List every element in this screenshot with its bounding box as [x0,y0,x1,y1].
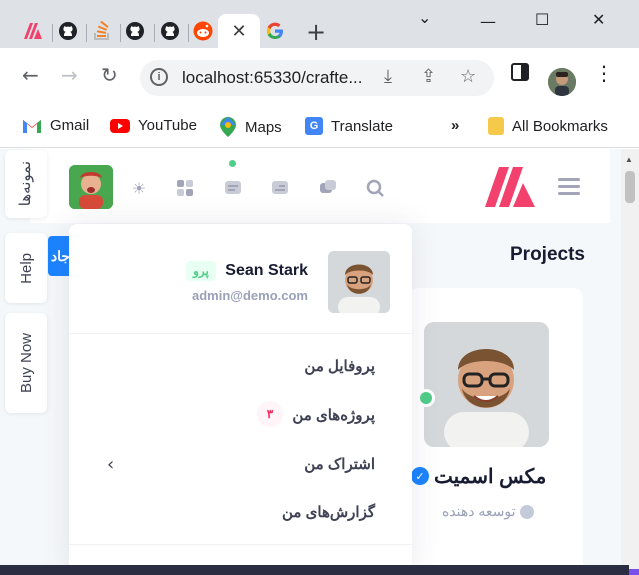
scroll-up-icon[interactable]: ▲ [625,155,633,164]
bookmarks-bar: Gmail YouTube Maps G Translate » All Boo… [0,106,639,148]
online-status-dot [417,389,435,407]
tab-github-1[interactable] [51,14,85,48]
menu-divider [69,544,412,545]
translate-icon: G [305,117,323,135]
metronic-logo-icon [24,23,42,39]
menu-item-my-projects[interactable]: پروژه‌های من [292,406,375,424]
side-panel-icon[interactable] [511,62,529,86]
github-icon [161,22,179,40]
url-text[interactable]: localhost:65330/crafte... [182,68,363,88]
bookmark-star-icon[interactable]: ☆ [460,66,476,87]
bookmark-youtube[interactable]: YouTube [110,117,197,134]
card-user-name: مکس اسمیت [434,466,547,488]
tab-reddit[interactable] [186,14,220,48]
menu-icon[interactable] [558,177,580,202]
reddit-icon [193,21,213,41]
menu-divider [69,333,412,334]
verified-badge-icon: ✓ [411,467,429,485]
projects-count-badge: ۳ [257,401,283,427]
share-icon[interactable]: ⇪ [421,66,436,87]
minimize-button[interactable]: — [480,12,496,31]
notifications-icon[interactable] [224,179,242,197]
close-window-button[interactable]: ✕ [592,10,605,29]
github-icon [59,22,77,40]
bookmark-maps[interactable]: Maps [219,117,282,137]
buy-now-tab[interactable]: Buy Now [5,313,47,413]
card-user-role: توسعه دهنده [442,503,534,520]
forward-button[interactable]: → [61,63,78,87]
tab-metronic[interactable] [16,14,50,48]
app-header: ☀ [30,149,610,223]
folder-icon [488,117,504,135]
tab-stackoverflow[interactable] [85,14,119,48]
bookmark-translate[interactable]: G Translate [305,117,393,135]
header-user-avatar[interactable] [69,165,113,209]
tab-active[interactable]: ✕ [218,14,260,48]
pro-badge: پرو [186,261,216,281]
card-profile-photo [424,322,549,447]
scroll-thumb[interactable] [625,171,635,203]
notification-dot [229,160,236,167]
page-bottom-edge [0,565,629,575]
samples-tab[interactable]: نمونه‌ها [5,150,47,218]
bookmarks-overflow-button[interactable]: » [451,117,459,134]
close-icon[interactable]: ✕ [231,21,246,42]
tab-github-3[interactable] [153,14,187,48]
browser-toolbar: ← → ↻ i localhost:65330/crafte... ⤓ ⇪ ☆ … [0,48,639,106]
tab-github-2[interactable] [118,14,152,48]
help-tab[interactable]: Help [5,233,47,303]
google-icon [266,22,283,39]
tab-google[interactable] [258,14,292,48]
chat-icon[interactable] [271,179,289,197]
maps-icon [220,117,236,137]
messages-icon[interactable] [319,179,337,197]
github-icon [126,22,144,40]
user-icon [519,504,534,519]
user-dropdown-menu: Sean Stark پرو admin@demo.com پروفایل من… [69,224,412,575]
menu-item-my-profile[interactable]: پروفایل من [304,357,375,375]
browser-menu-icon[interactable]: ⋮ [594,61,614,85]
menu-user-email[interactable]: admin@demo.com [192,288,308,303]
all-bookmarks-button[interactable]: All Bookmarks [488,117,608,135]
tab-strip: ✕ + ⌄ — ☐ ✕ [0,0,639,48]
maximize-button[interactable]: ☐ [535,10,549,29]
new-tab-button[interactable]: + [306,20,326,44]
projects-title: Projects [510,244,585,265]
search-icon[interactable] [366,179,384,197]
chevron-left-icon[interactable]: ‹ [107,454,114,475]
menu-user-avatar [328,251,390,313]
address-bar[interactable]: i localhost:65330/crafte... ⤓ ⇪ ☆ [140,60,494,96]
stackoverflow-icon [94,21,109,40]
youtube-icon [110,118,130,133]
app-logo[interactable] [485,167,537,212]
reload-button[interactable]: ↻ [101,63,118,87]
gmail-icon [23,119,41,133]
bookmark-gmail[interactable]: Gmail [22,117,89,134]
apps-grid-icon[interactable] [176,179,194,197]
site-info-icon[interactable]: i [150,68,168,86]
install-icon[interactable]: ⤓ [384,66,392,87]
menu-user-name: Sean Stark [225,262,308,279]
tab-search-icon[interactable]: ⌄ [418,8,431,27]
menu-item-my-reports[interactable]: گزارش‌های من [282,503,375,521]
page-scrollbar[interactable]: ▲ [621,149,639,569]
browser-profile-avatar[interactable] [548,68,576,96]
theme-sun-icon[interactable]: ☀ [130,179,148,198]
menu-item-my-subscription[interactable]: اشتراک من [304,455,375,473]
back-button[interactable]: ← [22,63,39,87]
